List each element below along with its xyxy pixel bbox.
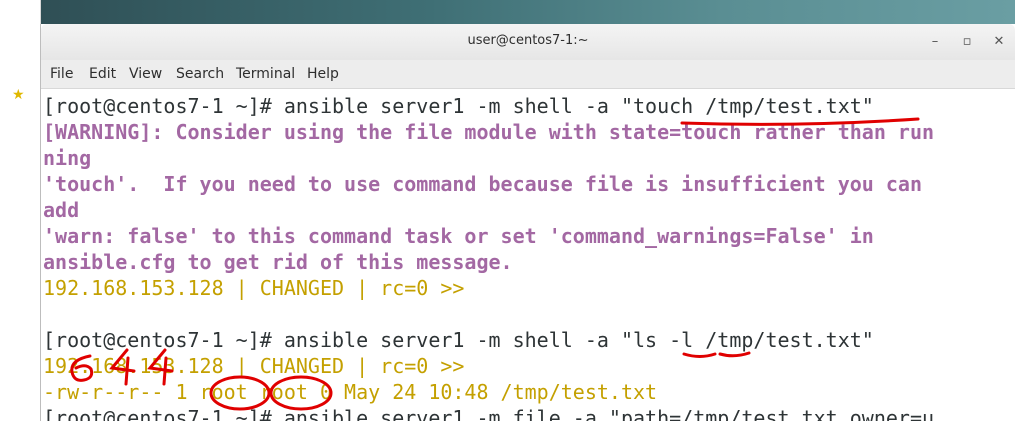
menu-help[interactable]: Help xyxy=(307,66,339,82)
terminal-line: ansible.cfg to get rid of this message. xyxy=(43,250,513,274)
menu-file[interactable]: File xyxy=(50,66,73,82)
maximize-icon[interactable]: ▫ xyxy=(957,32,977,52)
terminal-line: -rw-r--r-- 1 root root 0 May 24 10:48 /t… xyxy=(43,380,658,404)
terminal-window: user@centos7-1:~ – ▫ ✕ File Edit View Se… xyxy=(40,24,1015,421)
title-bar[interactable]: user@centos7-1:~ – ▫ ✕ xyxy=(41,24,1015,61)
menu-terminal[interactable]: Terminal xyxy=(236,66,295,82)
star-icon[interactable]: ★ xyxy=(12,88,25,102)
terminal-line: 'touch'. If you need to use command beca… xyxy=(43,172,922,196)
terminal-output[interactable]: [root@centos7-1 ~]# ansible server1 -m s… xyxy=(41,89,1015,421)
close-icon[interactable]: ✕ xyxy=(989,32,1009,52)
menu-edit[interactable]: Edit xyxy=(89,66,116,82)
window-title: user@centos7-1:~ xyxy=(467,33,589,48)
side-panel: ★ xyxy=(0,0,41,421)
minimize-icon[interactable]: – xyxy=(925,32,945,52)
terminal-line: 192.168.153.128 | CHANGED | rc=0 >> xyxy=(43,354,465,378)
menu-view[interactable]: View xyxy=(129,66,162,82)
terminal-line: add xyxy=(43,198,80,222)
terminal-line: 'warn: false' to this command task or se… xyxy=(43,224,874,248)
terminal-line: ning xyxy=(43,146,92,170)
terminal-line: [WARNING]: Consider using the file modul… xyxy=(43,120,935,144)
terminal-line: 192.168.153.128 | CHANGED | rc=0 >> xyxy=(43,276,465,300)
menu-search[interactable]: Search xyxy=(176,66,224,82)
terminal-line: [root@centos7-1 ~]# ansible server1 -m f… xyxy=(43,406,935,421)
menu-bar: File Edit View Search Terminal Help xyxy=(41,60,1015,89)
terminal-line: [root@centos7-1 ~]# ansible server1 -m s… xyxy=(43,94,874,118)
terminal-line: [root@centos7-1 ~]# ansible server1 -m s… xyxy=(43,328,874,352)
